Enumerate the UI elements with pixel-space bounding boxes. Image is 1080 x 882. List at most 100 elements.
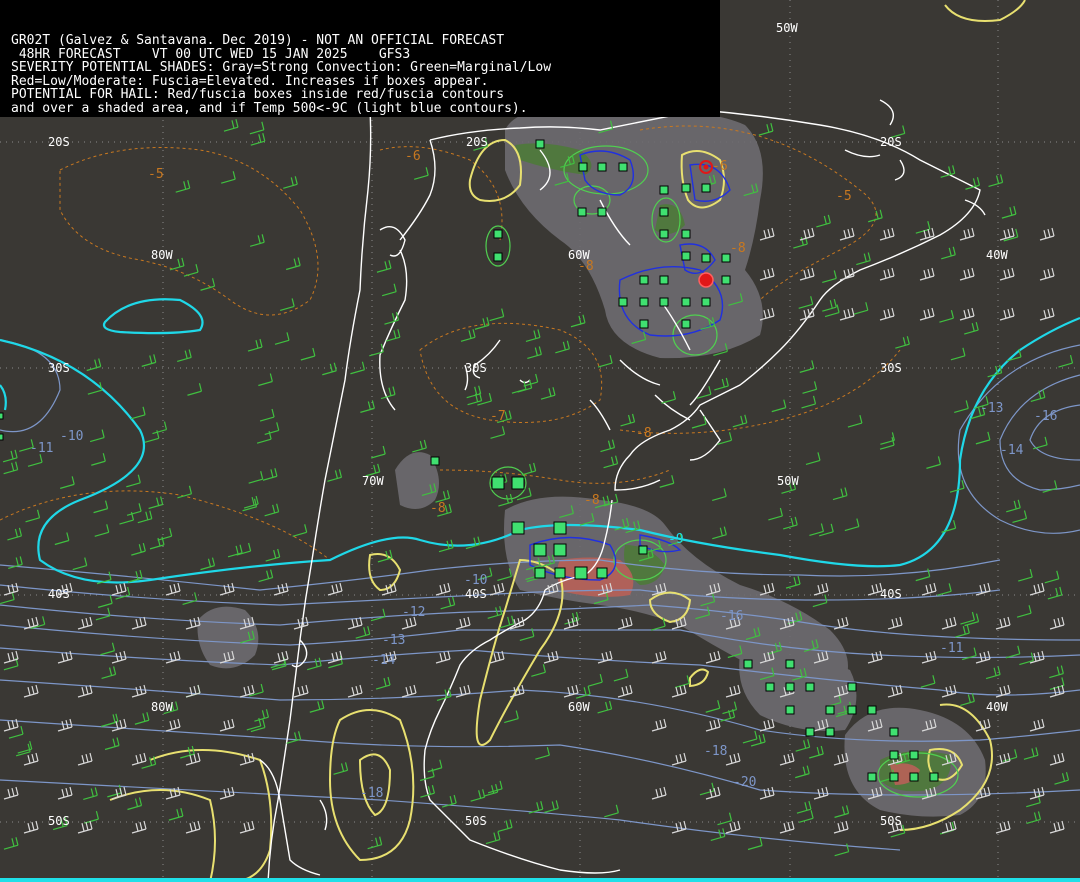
wind-barb [165, 582, 181, 596]
isotherm-label: -16 [1034, 409, 1057, 424]
wind-barb [895, 336, 910, 349]
wind-barb [327, 469, 343, 482]
wind-barb [300, 347, 316, 361]
convection-box [618, 297, 628, 307]
wind-barb [131, 684, 147, 698]
wind-barb [921, 582, 937, 596]
wind-barb [954, 400, 969, 414]
wind-barb [1003, 228, 1019, 242]
wind-barb [283, 176, 298, 189]
wind-barb [367, 836, 383, 850]
wind-barb [77, 616, 93, 630]
wind-barb [148, 496, 164, 510]
wind-barb [474, 317, 490, 330]
lat-label: 50S [465, 814, 487, 828]
wind-barb [3, 582, 19, 596]
convection-box [785, 682, 795, 692]
wind-barb [813, 582, 829, 596]
wind-barb [613, 668, 629, 682]
wind-barb [273, 582, 289, 596]
wind-barb [975, 431, 991, 445]
wind-barb [134, 712, 150, 725]
lat-label: 30S [465, 361, 487, 375]
convection-box [929, 772, 939, 782]
wind-barb [691, 415, 707, 429]
wind-barb [710, 828, 726, 841]
wind-barb [83, 787, 98, 801]
header-line: GR02T (Galvez & Santavana. Dec 2019) - N… [11, 33, 505, 48]
wind-barb [219, 582, 235, 596]
wind-barb [779, 752, 795, 766]
wind-barb [7, 527, 23, 541]
convection-box [533, 543, 547, 557]
wind-barb [322, 362, 337, 376]
wind-barb [805, 452, 821, 465]
forecast-map-view: 20S 20S 20S 50W 80W 60W 40W 30S 30S 30S … [0, 0, 1080, 882]
wind-barb [309, 700, 325, 713]
isotherm-label: -16 [720, 609, 743, 624]
wind-barb [659, 475, 675, 488]
wind-barb [273, 650, 289, 664]
wind-barb [72, 557, 88, 571]
isotherm-label: -10 [60, 429, 83, 444]
convection-box [805, 727, 815, 737]
wind-barb [1047, 586, 1063, 600]
wind-barb [555, 340, 570, 354]
convection-box [785, 705, 795, 715]
wind-barb [279, 298, 295, 311]
wind-barb [759, 227, 775, 241]
wind-barb [3, 461, 19, 475]
wind-barb [937, 583, 952, 596]
wind-barb [94, 524, 110, 537]
wind-barb [959, 227, 975, 241]
wind-barb [274, 332, 290, 345]
wind-barb [1018, 568, 1033, 582]
header-line: POTENTIAL FOR HAIL: Red/fuscia boxes ins… [11, 87, 505, 103]
isotherm-label: -5 [836, 189, 852, 204]
isotherm-label: -18 [704, 744, 727, 759]
wind-barb [822, 299, 837, 312]
wind-barb [350, 361, 366, 375]
wind-barb [759, 267, 775, 281]
wind-barb [521, 462, 537, 476]
convection-box [659, 297, 669, 307]
wind-barb [1049, 616, 1065, 630]
wind-barb [498, 493, 513, 507]
wind-barb [497, 568, 512, 581]
wind-barb [941, 246, 956, 260]
wind-barb [785, 575, 801, 589]
wind-barb [941, 616, 957, 630]
wind-barb [939, 310, 955, 323]
convection-box [825, 705, 835, 715]
wind-barb [77, 752, 93, 766]
wind-barb [617, 684, 633, 698]
convection-box [511, 521, 525, 535]
wind-barb [747, 837, 763, 851]
wind-barb [23, 752, 39, 766]
wind-barb [1049, 752, 1065, 766]
wind-barb [816, 214, 831, 228]
wind-barb [604, 804, 619, 818]
wind-barb [455, 684, 471, 698]
wind-barb [759, 718, 775, 732]
wind-barb [535, 747, 550, 760]
convection-box [430, 456, 440, 466]
wind-barb [588, 674, 603, 687]
wind-barb [960, 693, 975, 707]
wind-barb [758, 122, 774, 136]
wind-barb [327, 650, 343, 664]
wind-barb [223, 119, 239, 132]
lat-label: 20S [880, 135, 902, 149]
convection-box [847, 682, 857, 692]
wind-barb [779, 820, 795, 834]
wind-barb [696, 386, 712, 399]
convection-box [554, 567, 566, 579]
wind-barb [1049, 665, 1064, 679]
isotherm-label: -14 [1000, 443, 1024, 458]
wind-barb [111, 582, 127, 596]
wind-barb [412, 439, 427, 453]
wind-barb [91, 453, 106, 466]
convection-box [909, 772, 919, 782]
wind-barb [25, 509, 41, 523]
wind-barb [1005, 645, 1021, 659]
